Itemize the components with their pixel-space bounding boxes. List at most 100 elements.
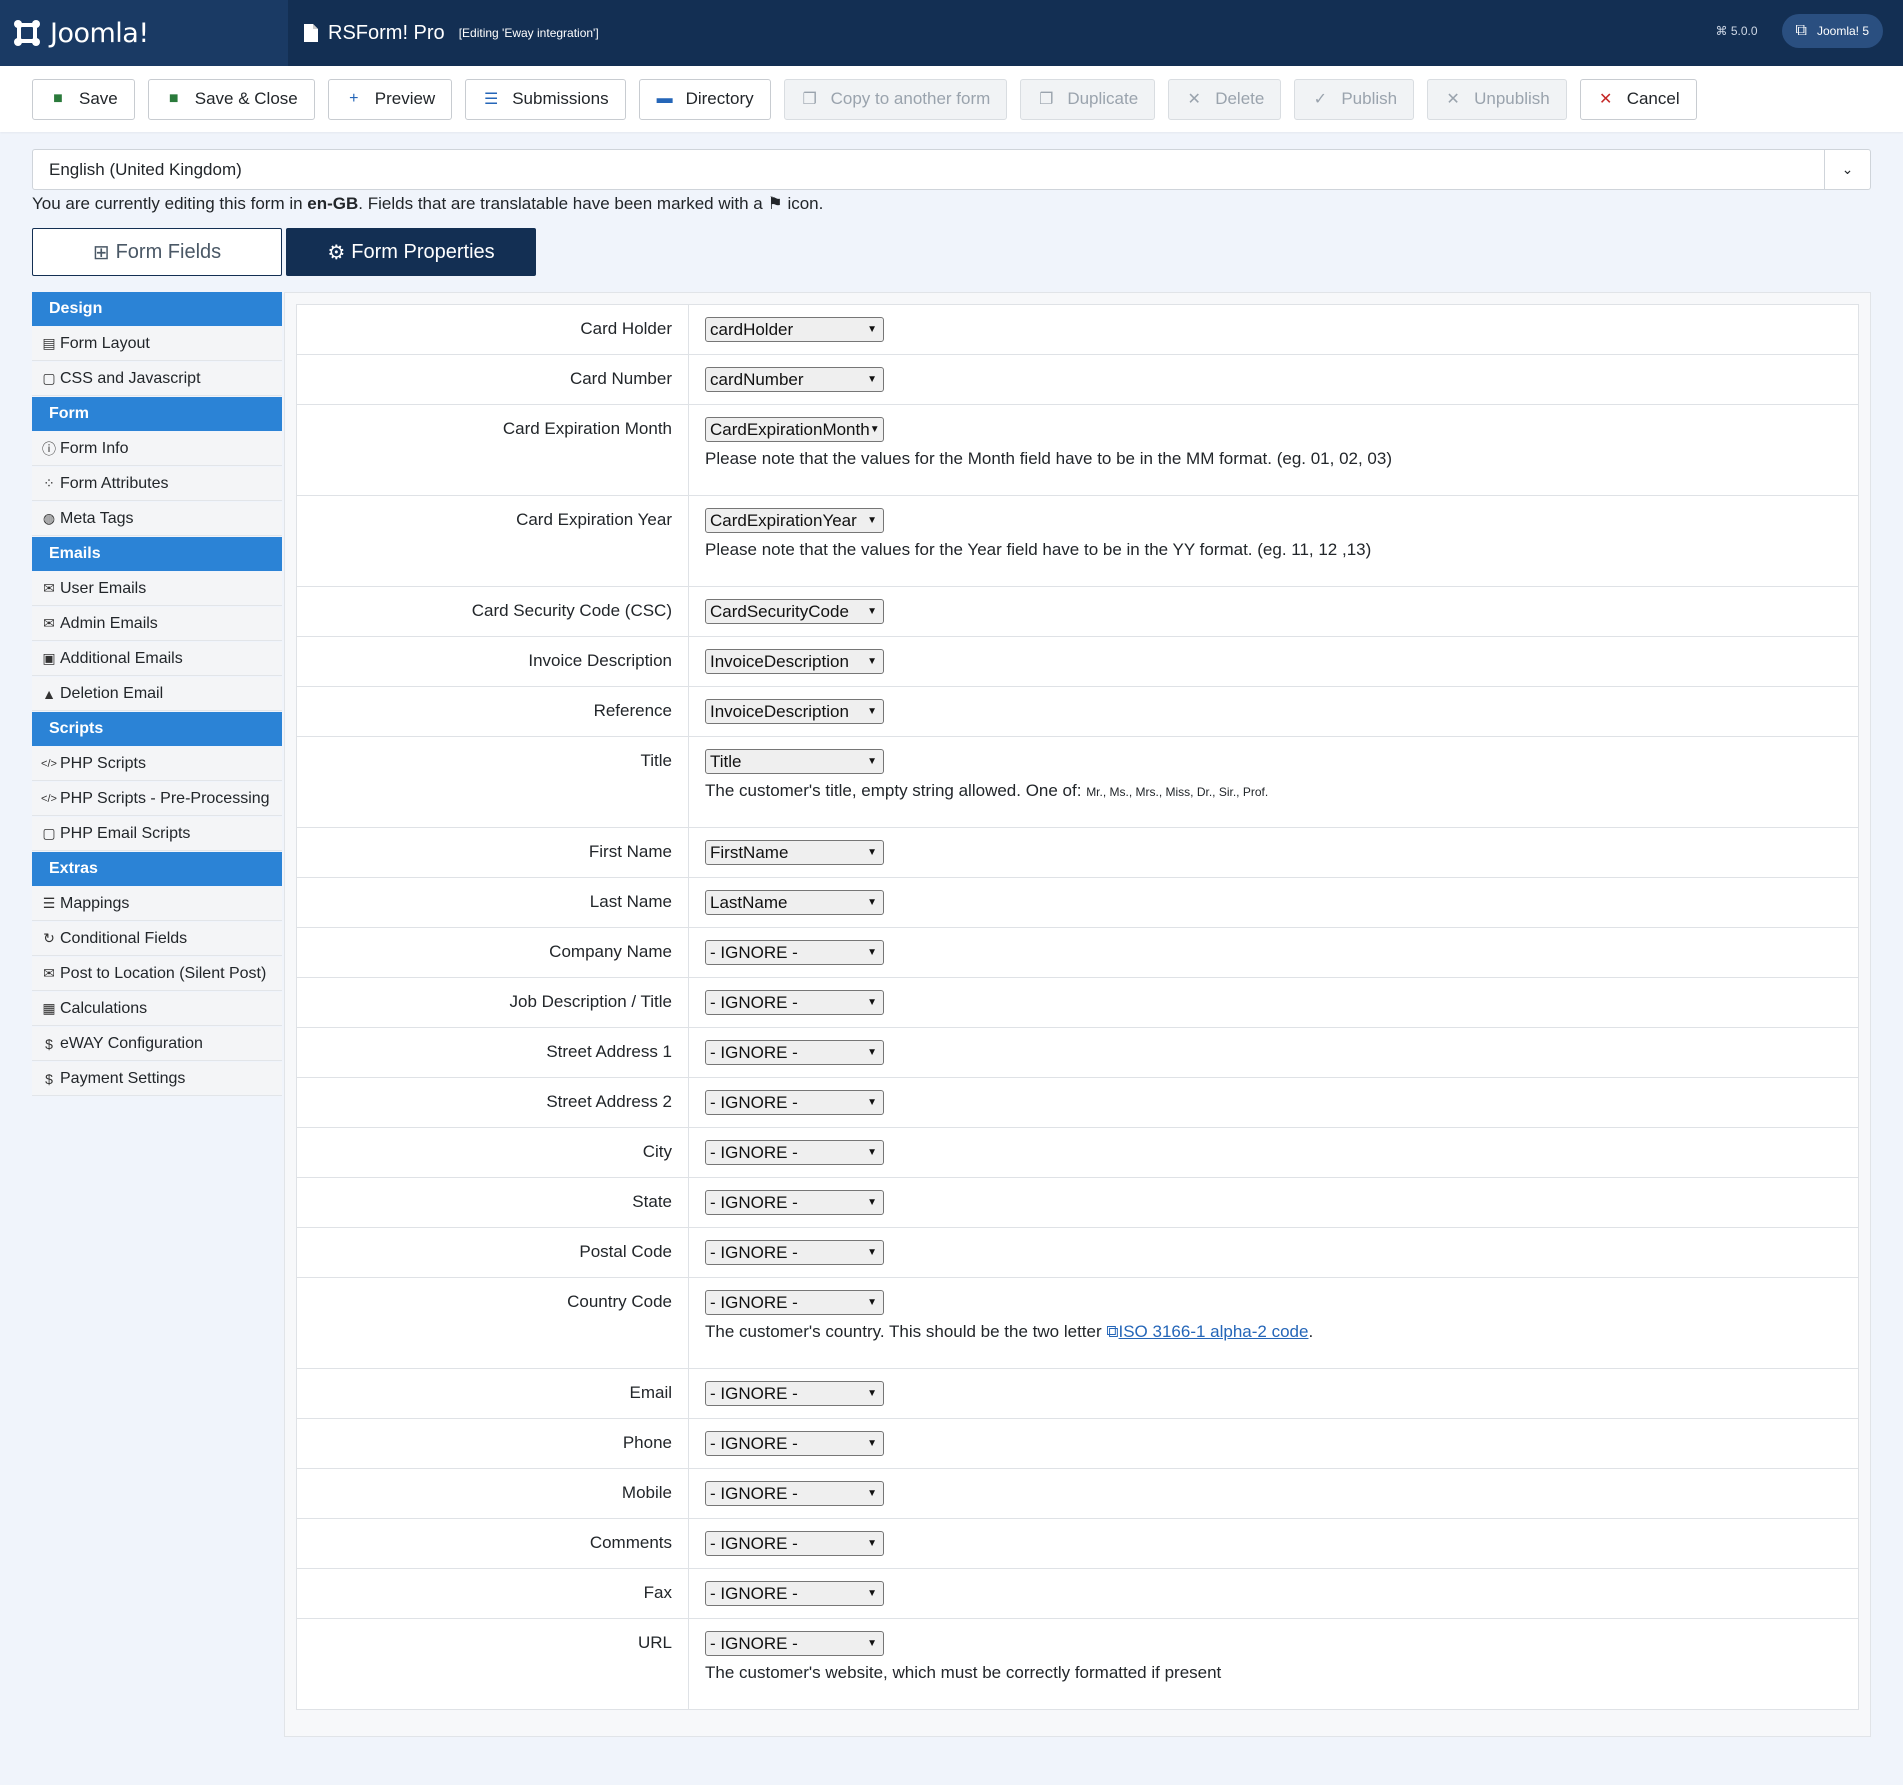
postal-code-select[interactable]: - IGNORE - ▼ xyxy=(705,1240,884,1265)
last-name-select[interactable]: LastName ▼ xyxy=(705,890,884,915)
sidebar-item-additional-emails[interactable]: ▣ Additional Emails xyxy=(32,642,282,676)
invoice-description-select[interactable]: InvoiceDescription ▼ xyxy=(705,649,884,674)
state-select[interactable]: - IGNORE - ▼ xyxy=(705,1190,884,1215)
field-row-state: State - IGNORE - ▼ xyxy=(297,1178,1858,1228)
sidebar-item-form-info[interactable]: ⓘ Form Info xyxy=(32,432,282,466)
sidebar-item-mappings[interactable]: ☰ Mappings xyxy=(32,887,282,921)
refresh-icon: ↻ xyxy=(43,930,55,946)
field-value-cell: - IGNORE - ▼ xyxy=(689,928,1858,977)
sidebar-item-eway-configuration[interactable]: $ eWAY Configuration xyxy=(32,1027,282,1061)
page-subtitle: [Editing 'Eway integration'] xyxy=(458,26,599,40)
sidebar-item-css-and-javascript[interactable]: ▢ CSS and Javascript xyxy=(32,362,282,396)
gears-icon: ⚙ xyxy=(327,241,346,264)
file-code-icon: ▢ xyxy=(42,825,56,841)
field-row-city: City - IGNORE - ▼ xyxy=(297,1128,1858,1178)
street-address-1-select[interactable]: - IGNORE - ▼ xyxy=(705,1040,884,1065)
comments-select[interactable]: - IGNORE - ▼ xyxy=(705,1531,884,1556)
tab-form-fields[interactable]: ⊞ Form Fields xyxy=(32,228,282,276)
card-expiration-month-select[interactable]: CardExpirationMonth ▼ xyxy=(705,417,884,442)
sidebar-item-label: Mappings xyxy=(60,894,130,912)
page-title: RSForm! Pro [Editing 'Eway integration'] xyxy=(304,22,599,45)
sidebar-item-calculations[interactable]: ▦ Calculations xyxy=(32,992,282,1026)
select-value: - IGNORE - xyxy=(710,1242,798,1262)
button-label: Unpublish xyxy=(1474,89,1550,108)
field-value-cell: - IGNORE - ▼ xyxy=(689,1519,1858,1568)
company-name-select[interactable]: - IGNORE - ▼ xyxy=(705,940,884,965)
sidebar-item-conditional-fields[interactable]: ↻ Conditional Fields xyxy=(32,922,282,956)
button-label: Preview xyxy=(374,89,436,108)
site-link-button[interactable]: ⧉ Joomla! 5 xyxy=(1781,14,1883,48)
chevron-down-icon: ▼ xyxy=(867,1388,877,1399)
sidebar-item-user-emails[interactable]: ✉ User Emails xyxy=(32,572,282,606)
select-value: LastName xyxy=(710,892,788,912)
save-button[interactable]: ■ Save xyxy=(32,78,135,120)
preview-button[interactable]: + Preview xyxy=(327,78,453,120)
field-label: Fax xyxy=(297,1569,689,1618)
sidebar-item-post-to-location-silent-post[interactable]: ✉ Post to Location (Silent Post) xyxy=(32,957,282,991)
language-select[interactable]: English (United Kingdom) ⌄ xyxy=(32,149,1871,190)
select-value: - IGNORE - xyxy=(710,1292,798,1312)
sidebar-item-meta-tags[interactable]: ◍ Meta Tags xyxy=(32,502,282,536)
tab-form-properties[interactable]: ⚙ Form Properties xyxy=(286,228,536,276)
city-select[interactable]: - IGNORE - ▼ xyxy=(705,1140,884,1165)
card-security-code-csc-select[interactable]: CardSecurityCode ▼ xyxy=(705,599,884,624)
sidebar-item-php-scripts[interactable]: </> PHP Scripts xyxy=(32,747,282,781)
title-select[interactable]: Title ▼ xyxy=(705,749,884,774)
sidebar-item-deletion-email[interactable]: ▲ Deletion Email xyxy=(32,677,282,711)
sidebar-item-php-scripts-pre-processing[interactable]: </> PHP Scripts - Pre-Processing xyxy=(32,782,282,816)
button-label: Save xyxy=(79,89,118,108)
sidebar-item-admin-emails[interactable]: ✉ Admin Emails xyxy=(32,607,282,641)
select-value: - IGNORE - xyxy=(710,1142,798,1162)
field-value-cell: - IGNORE - ▼ xyxy=(689,1369,1858,1418)
plus-icon: + xyxy=(349,90,359,107)
sidebar-item-label: Form Info xyxy=(60,439,129,457)
sidebar-item-label: Meta Tags xyxy=(60,509,134,527)
sidebar-section-emails: Emails xyxy=(32,537,282,571)
chevron-down-icon: ▼ xyxy=(867,656,877,667)
street-address-2-select[interactable]: - IGNORE - ▼ xyxy=(705,1090,884,1115)
url-select[interactable]: - IGNORE - ▼ xyxy=(705,1631,884,1656)
field-label: Comments xyxy=(297,1519,689,1568)
phone-select[interactable]: - IGNORE - ▼ xyxy=(705,1431,884,1456)
button-label: Copy to another form xyxy=(830,89,991,108)
sidebar-item-php-email-scripts[interactable]: ▢ PHP Email Scripts xyxy=(32,817,282,851)
cancel-button[interactable]: ✕ Cancel xyxy=(1579,78,1697,120)
sidebar-item-form-layout[interactable]: ▤ Form Layout xyxy=(32,327,282,361)
select-value: - IGNORE - xyxy=(710,1533,798,1553)
mobile-select[interactable]: - IGNORE - ▼ xyxy=(705,1481,884,1506)
field-label: Reference xyxy=(297,687,689,736)
sidebar-item-form-attributes[interactable]: ⁘ Form Attributes xyxy=(32,467,282,501)
chevron-down-icon: ▼ xyxy=(867,897,877,908)
sidebar-item-label: Post to Location (Silent Post) xyxy=(60,964,267,982)
select-value: - IGNORE - xyxy=(710,1042,798,1062)
country-code-select[interactable]: - IGNORE - ▼ xyxy=(705,1290,884,1315)
globe-icon: ◍ xyxy=(42,510,56,526)
sidebar-item-payment-settings[interactable]: $ Payment Settings xyxy=(32,1062,282,1096)
copy-icon: ❐ xyxy=(802,91,817,108)
select-value: - IGNORE - xyxy=(710,1583,798,1603)
chevron-down-icon: ▼ xyxy=(867,515,877,526)
card-number-select[interactable]: cardNumber ▼ xyxy=(705,367,884,392)
directory-button[interactable]: ▬ Directory xyxy=(638,78,771,120)
iso-code-link[interactable]: ISO 3166-1 alpha-2 code xyxy=(1119,1322,1309,1341)
delete-button: ✕ Delete xyxy=(1168,78,1282,120)
select-value: InvoiceDescription xyxy=(710,651,849,671)
joomla-logo-icon xyxy=(14,20,40,46)
joomla-logo[interactable]: Joomla! xyxy=(0,0,288,66)
field-value-cell: - IGNORE - ▼ The customer's country. This … xyxy=(689,1278,1858,1368)
field-value-cell: cardHolder ▼ xyxy=(689,305,1858,354)
sidebar-item-label: Additional Emails xyxy=(60,649,183,667)
chevron-down-icon: ▼ xyxy=(867,847,877,858)
reference-select[interactable]: InvoiceDescription ▼ xyxy=(705,699,884,724)
job-description-title-select[interactable]: - IGNORE - ▼ xyxy=(705,990,884,1015)
chevron-down-icon: ▼ xyxy=(867,1247,877,1258)
first-name-select[interactable]: FirstName ▼ xyxy=(705,840,884,865)
card-expiration-year-select[interactable]: CardExpirationYear ▼ xyxy=(705,508,884,533)
properties-panel: Card Holder cardHolder ▼ Card Number cardNum… xyxy=(284,292,1871,1737)
fax-select[interactable]: - IGNORE - ▼ xyxy=(705,1581,884,1606)
email-select[interactable]: - IGNORE - ▼ xyxy=(705,1381,884,1406)
submissions-button[interactable]: ☰ Submissions xyxy=(465,78,626,120)
card-holder-select[interactable]: cardHolder ▼ xyxy=(705,317,884,342)
chevron-down-icon[interactable]: ⌄ xyxy=(1824,150,1870,189)
save-close-button[interactable]: ■ Save & Close xyxy=(147,78,315,120)
